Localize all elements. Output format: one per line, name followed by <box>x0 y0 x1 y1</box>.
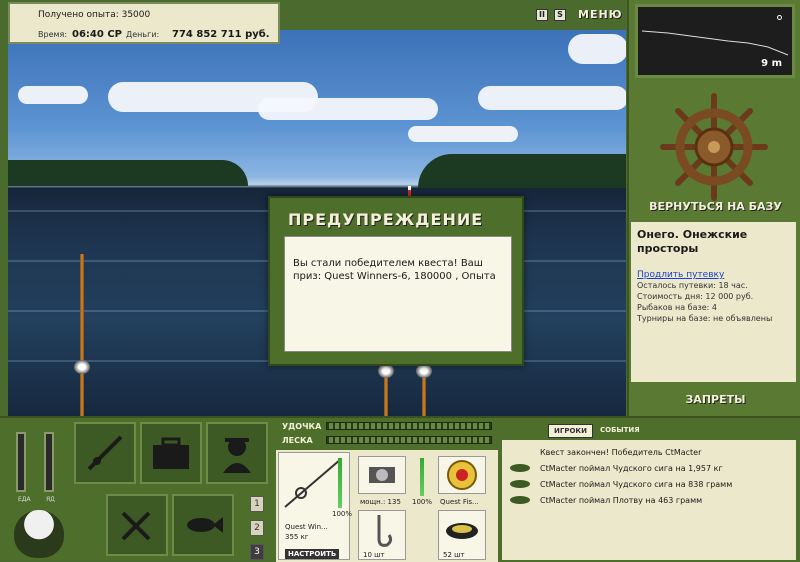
event-item: CtMacter поймал Чудского сига на 838 гра… <box>510 476 788 492</box>
depth-graph: 9 m <box>635 4 795 78</box>
top-controls: II S МЕНЮ <box>536 8 623 21</box>
hook-count: 10 шт <box>363 551 385 559</box>
food-meter <box>16 432 26 492</box>
setup-button[interactable]: НАСТРОИТЬ <box>285 549 340 559</box>
tackle-box-button[interactable] <box>140 422 202 484</box>
rods-button[interactable] <box>74 422 136 484</box>
event-item: CtMacter поймал Чудского сига на 1,957 к… <box>510 460 788 476</box>
base-info-panel: Онего. Онежские просторы Продлить путевк… <box>631 222 796 382</box>
rod-tension-label: УДОЧКА <box>282 422 322 431</box>
money-label: Деньги: <box>126 30 160 39</box>
fork-knife-icon <box>121 511 151 541</box>
page-button-2[interactable]: 2 <box>250 520 264 536</box>
fish-icon <box>510 464 530 472</box>
event-text: Квест закончен! Победитель CtMacter <box>540 447 702 457</box>
depth-dot-icon <box>777 15 782 20</box>
cloud <box>258 98 438 120</box>
right-panel: 9 m ВЕРНУТЬСЯ НА БАЗУ Онего. Онежские пр… <box>627 0 800 416</box>
experience-text: Получено опыта: 35000 <box>38 10 151 20</box>
time-value: 06:40 СР <box>72 29 122 40</box>
page-button-1[interactable]: 1 <box>250 496 264 512</box>
extend-permit-link[interactable]: Продлить путевку <box>637 270 790 280</box>
fisherman-button[interactable] <box>206 422 268 484</box>
permit-remaining: Осталось путевки: 18 час. <box>637 281 748 290</box>
fish-cage-button[interactable] <box>172 494 234 556</box>
rod-percent: 100% <box>332 510 353 518</box>
tournaments: Турниры на базе: не объявлены <box>637 314 773 323</box>
tackle-panel: УДОЧКА ЛЕСКА Quest Win... 355 кг НАСТРОИ… <box>276 418 498 562</box>
tab-events[interactable]: СОБЫТИЯ <box>595 424 645 438</box>
cloud <box>478 86 626 110</box>
reel-power: мощн.: 135 <box>360 498 401 506</box>
cloud <box>408 126 518 142</box>
depth-value: 9 m <box>761 58 782 69</box>
fish-icon <box>510 480 530 488</box>
day-cost: Стоимость дня: 12 000 руб. <box>637 292 754 301</box>
treeline-left <box>8 160 248 186</box>
money-value: 774 852 711 руб. <box>172 29 270 40</box>
dialog-message: Вы стали победителем квеста! Ваш приз: Q… <box>284 236 512 352</box>
bottom-toolbar: ЕДА ЯД 1 2 3 УДОЧКА ЛЕСКА Quest Win... 3… <box>0 416 800 562</box>
event-item: CtMacter поймал Плотву на 463 грамм <box>510 492 788 508</box>
event-text: CtMacter поймал Чудского сига на 838 гра… <box>540 479 733 489</box>
event-text: CtMacter поймал Чудского сига на 1,957 к… <box>540 463 723 473</box>
treeline-right <box>418 154 626 188</box>
time-label: Время: <box>38 30 68 39</box>
line-tension-label: ЛЕСКА <box>282 436 313 445</box>
cloud <box>18 86 88 104</box>
sound-button[interactable]: S <box>554 8 566 21</box>
line-name: Quest Fis... <box>440 498 479 506</box>
rod-weight: 355 кг <box>285 533 309 541</box>
events-list: Квест закончен! Победитель CtMacter CtMa… <box>502 440 796 560</box>
rod-icon <box>87 435 123 471</box>
events-panel: ИГРОКИ СОБЫТИЯ Квест закончен! Победител… <box>498 418 800 562</box>
fish-icon <box>187 517 223 533</box>
bait-count: 52 шт <box>443 551 465 559</box>
rod-condition-meter <box>338 458 342 508</box>
fishers-count: Рыбаков на базе: 4 <box>637 303 717 312</box>
rod-name: Quest Win... <box>285 523 328 531</box>
fishing-rod[interactable] <box>80 254 84 416</box>
poison-meter <box>44 432 54 492</box>
tension-sliders: УДОЧКА ЛЕСКА <box>276 418 498 450</box>
line-tension-slider[interactable] <box>326 436 492 444</box>
menu-button[interactable]: МЕНЮ <box>578 8 623 21</box>
dialog-title: ПРЕДУПРЕЖДЕНИЕ <box>288 210 484 229</box>
tab-players[interactable]: ИГРОКИ <box>548 424 593 438</box>
event-text: CtMacter поймал Плотву на 463 грамм <box>540 495 703 505</box>
warning-dialog[interactable]: ПРЕДУПРЕЖДЕНИЕ Вы стали победителем квес… <box>268 196 524 366</box>
rod-tension-slider[interactable] <box>326 422 492 430</box>
pause-button[interactable]: II <box>536 8 548 21</box>
food-label: ЕДА <box>18 496 31 503</box>
reel-icon <box>369 467 395 483</box>
location-title: Онего. Онежские просторы <box>637 228 748 255</box>
bait-slot[interactable]: 52 шт <box>438 510 486 560</box>
reel-icon <box>74 360 90 374</box>
ship-wheel-icon[interactable] <box>659 92 769 202</box>
return-to-base-button[interactable]: ВЕРНУТЬСЯ НА БАЗУ <box>629 200 800 213</box>
hook-icon <box>377 515 393 547</box>
line-spool-icon <box>447 460 477 490</box>
reel-percent: 100% <box>412 498 433 506</box>
page-button-3[interactable]: 3 <box>250 544 264 560</box>
reel-icon <box>378 364 394 378</box>
fisherman-icon <box>223 438 251 473</box>
food-button[interactable] <box>106 494 168 556</box>
hook-slot[interactable]: 10 шт <box>358 510 406 560</box>
reel-icon <box>416 364 432 378</box>
reel-slot[interactable] <box>358 456 406 494</box>
event-item: Квест закончен! Победитель CtMacter <box>510 444 788 460</box>
events-tabs: ИГРОКИ СОБЫТИЯ <box>548 424 645 438</box>
line-slot[interactable] <box>438 456 486 494</box>
tackle-box-icon <box>153 437 189 469</box>
fish-icon <box>510 496 530 504</box>
bans-button[interactable]: ЗАПРЕТЫ <box>629 393 800 406</box>
cloud <box>568 34 626 64</box>
player-info-panel: Получено опыта: 35000 Время: 06:40 СР Де… <box>8 2 280 44</box>
pot-icon[interactable] <box>14 510 64 558</box>
poison-label: ЯД <box>46 496 55 503</box>
mussel-bait-icon <box>446 523 478 539</box>
reel-condition-meter <box>420 458 424 496</box>
buoy-marker <box>408 186 411 196</box>
